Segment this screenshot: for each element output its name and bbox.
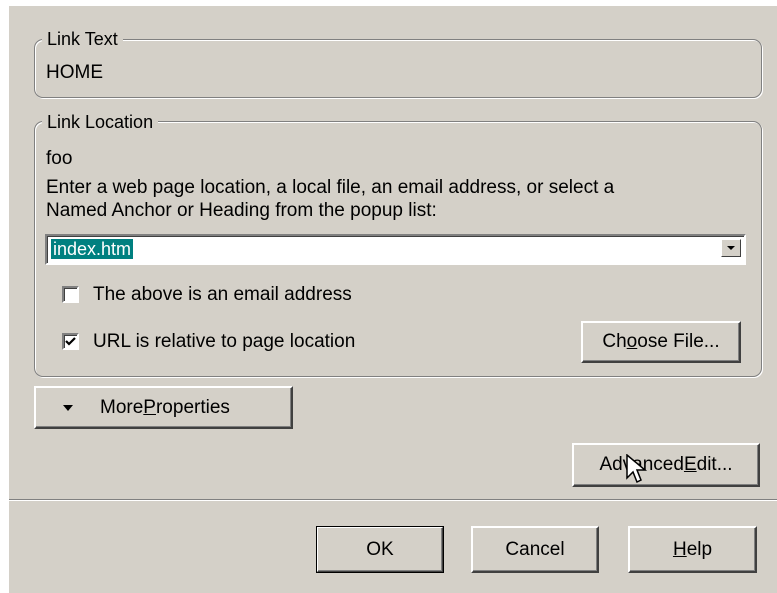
choose-file-label-post: ose File... <box>637 331 720 352</box>
link-text-value: HOME <box>46 62 103 83</box>
url-input-selected-text[interactable]: index.htm <box>51 239 134 259</box>
more-properties-label-pre: More <box>100 396 144 418</box>
more-properties-button[interactable]: More Properties <box>34 386 293 429</box>
ok-label: OK <box>366 538 394 560</box>
triangle-down-icon <box>63 404 73 411</box>
location-instructions-line2: Named Anchor or Heading from the popup l… <box>46 200 437 221</box>
mouse-pointer-icon <box>626 454 648 484</box>
relative-url-checkbox[interactable] <box>62 333 79 350</box>
link-location-legend: Link Location <box>42 112 159 132</box>
help-accel: H <box>672 538 687 560</box>
email-address-checkbox[interactable] <box>62 286 79 303</box>
advanced-edit-button[interactable]: Advanced Edit... <box>572 443 760 487</box>
advanced-edit-accel: E <box>683 454 697 475</box>
cancel-button[interactable]: Cancel <box>471 526 599 573</box>
choose-file-button[interactable]: Ch o ose File... <box>581 321 741 363</box>
link-properties-dialog: Link Text HOME Link Location foo Enter a… <box>9 6 777 593</box>
link-text-legend: Link Text <box>42 29 123 49</box>
email-address-checkbox-label[interactable]: The above is an email address <box>93 284 352 306</box>
advanced-edit-label-post: dit... <box>696 454 733 475</box>
location-instructions-line1: Enter a web page location, a local file,… <box>46 177 615 198</box>
choose-file-label-pre: Ch <box>602 331 627 352</box>
choose-file-accel: o <box>626 331 638 352</box>
cancel-label: Cancel <box>505 538 565 560</box>
relative-url-checkbox-label[interactable]: URL is relative to page location <box>93 331 355 353</box>
more-properties-accel: P <box>143 396 156 418</box>
url-combobox[interactable]: index.htm <box>45 234 746 265</box>
link-location-current-value: foo <box>46 148 73 169</box>
ok-button[interactable]: OK <box>316 526 444 573</box>
footer-separator-highlight <box>9 500 777 501</box>
help-label-post: elp <box>686 538 713 560</box>
help-button[interactable]: Help <box>628 526 757 573</box>
url-dropdown-button[interactable] <box>721 239 741 257</box>
link-text-groupbox <box>34 39 762 98</box>
more-properties-label-post: roperties <box>155 396 230 418</box>
checkmark-icon <box>65 337 76 346</box>
triangle-down-icon <box>727 246 735 250</box>
